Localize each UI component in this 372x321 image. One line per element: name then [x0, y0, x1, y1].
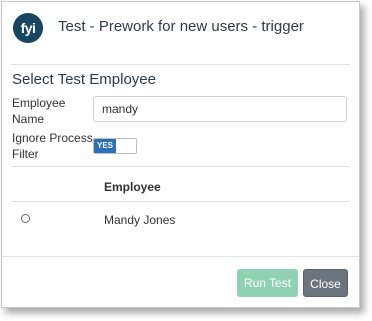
employee-name-label: Employee Name — [12, 95, 65, 127]
test-trigger-dialog: fyi Test - Prework for new users - trigg… — [1, 1, 360, 308]
fyi-logo: fyi — [13, 13, 43, 43]
dialog-title: Test - Prework for new users - trigger — [58, 18, 304, 35]
close-button[interactable]: Close — [303, 269, 348, 297]
employee-name-label-line2: Name — [12, 112, 45, 126]
ignore-process-filter-label-line2: Filter — [12, 147, 39, 161]
employee-radio-button[interactable] — [21, 214, 30, 223]
toggle-on-label: YES — [94, 139, 116, 153]
form-divider — [11, 166, 350, 167]
ignore-process-filter-label-line1: Ignore Process — [12, 131, 93, 145]
dialog-header: fyi Test - Prework for new users - trigg… — [2, 2, 359, 50]
header-divider — [11, 64, 350, 65]
run-test-button[interactable]: Run Test — [237, 269, 298, 297]
employee-name-label-line1: Employee — [12, 96, 66, 110]
table-header-divider — [11, 201, 350, 202]
column-header-employee: Employee — [104, 180, 161, 194]
employee-cell: Mandy Jones — [104, 213, 176, 227]
ignore-process-filter-label: Ignore Process Filter — [12, 130, 93, 162]
employee-name-input[interactable]: mandy — [93, 96, 347, 122]
section-title: Select Test Employee — [12, 71, 156, 88]
footer-divider — [2, 256, 359, 257]
ignore-process-filter-toggle[interactable]: YES — [93, 138, 137, 154]
logo-text: fyi — [20, 20, 36, 36]
